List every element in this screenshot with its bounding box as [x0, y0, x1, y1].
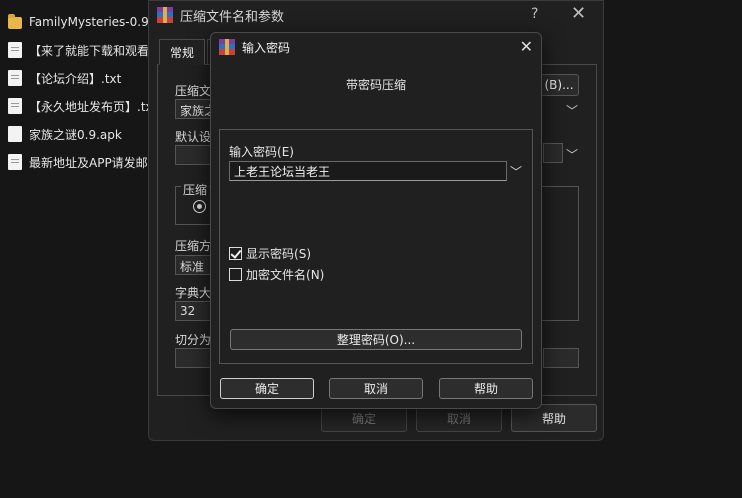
- show-password-checkbox[interactable]: 显示密码 (S): [229, 245, 311, 262]
- file-name: 【论坛介绍】.txt: [29, 71, 122, 86]
- dictionary-size-select[interactable]: 32: [175, 301, 215, 321]
- file-name: 【永久地址发布页】.tx: [29, 99, 153, 114]
- default-profile-label: 默认设: [175, 130, 212, 144]
- file-item[interactable]: FamilyMysteries-0.9-: [0, 8, 160, 36]
- password-hotkey: (E): [277, 145, 294, 159]
- close-icon[interactable]: ✕: [571, 3, 586, 24]
- help-icon[interactable]: ?: [531, 6, 538, 22]
- encrypt-names-hotkey: (N): [306, 267, 325, 282]
- format-radio[interactable]: [193, 200, 206, 213]
- chevron-down-icon[interactable]: ﹀: [566, 146, 578, 163]
- password-input[interactable]: [229, 161, 507, 181]
- set-password-button[interactable]: [543, 348, 579, 368]
- archive-name-field[interactable]: 家族之: [175, 99, 215, 119]
- chevron-down-icon[interactable]: ﹀: [566, 102, 578, 119]
- file-name: 【来了就能下载和观看: [29, 43, 150, 58]
- archive-params-title: 压缩文件名和参数: [180, 9, 285, 25]
- text-file-icon: [8, 42, 22, 58]
- browse-button[interactable]: (B)...: [539, 74, 579, 96]
- profiles-button[interactable]: [175, 145, 215, 165]
- winrar-icon: [157, 7, 173, 23]
- file-item[interactable]: 【永久地址发布页】.tx: [0, 92, 160, 120]
- checkbox-unchecked-icon[interactable]: [229, 268, 242, 281]
- text-file-icon: [8, 70, 22, 86]
- split-volumes-label: 切分为: [175, 333, 212, 347]
- text-file-icon: [8, 154, 22, 170]
- explorer-file-list: FamilyMysteries-0.9- 【来了就能下载和观看 【论坛介绍】.t…: [0, 8, 160, 176]
- help-button[interactable]: 帮助: [439, 378, 533, 399]
- file-name: 最新地址及APP请发邮: [29, 155, 148, 170]
- checkbox-checked-icon[interactable]: [229, 247, 242, 260]
- cancel-button[interactable]: 取消: [329, 378, 423, 399]
- tab-general[interactable]: 常规: [159, 39, 206, 65]
- file-name: FamilyMysteries-0.9-: [29, 15, 154, 29]
- file-name: 家族之谜0.9.apk: [29, 127, 122, 142]
- folder-icon: [8, 14, 22, 29]
- encrypt-filenames-checkbox[interactable]: 加密文件名 (N): [229, 266, 324, 283]
- file-item[interactable]: 最新地址及APP请发邮: [0, 148, 160, 176]
- password-dialog-header: 带密码压缩: [345, 78, 406, 92]
- file-item[interactable]: 家族之谜0.9.apk: [0, 120, 160, 148]
- archive-options-group: [539, 186, 579, 321]
- file-item[interactable]: 【论坛介绍】.txt: [0, 64, 160, 92]
- update-mode-select[interactable]: [543, 143, 563, 163]
- file-item[interactable]: 【来了就能下载和观看: [0, 36, 160, 64]
- organize-passwords-button[interactable]: 整理密码(O)...: [230, 329, 522, 350]
- compression-method-select[interactable]: 标准: [175, 255, 215, 275]
- compression-method-label: 压缩方: [175, 239, 212, 253]
- enter-password-title: 输入密码: [242, 40, 291, 55]
- show-password-hotkey: (S): [294, 246, 311, 261]
- enter-password-titlebar[interactable]: 输入密码: [211, 33, 541, 61]
- archive-name-label: 压缩文: [175, 84, 212, 98]
- password-label: 输入密码(E): [229, 145, 294, 159]
- enter-password-dialog: 输入密码 ✕ 带密码压缩 输入密码(E) ﹀ 显示密码(S) 加密文件名(N) …: [210, 32, 542, 409]
- split-volumes-field[interactable]: [175, 348, 215, 368]
- chevron-down-icon[interactable]: ﹀: [507, 161, 525, 181]
- text-file-icon: [8, 98, 22, 114]
- file-icon: [8, 126, 22, 142]
- winrar-icon: [219, 39, 235, 55]
- ok-button[interactable]: 确定: [220, 378, 314, 399]
- dictionary-size-label: 字典大: [175, 286, 212, 300]
- close-icon[interactable]: ✕: [520, 37, 533, 56]
- archive-format-label: 压缩: [181, 181, 210, 198]
